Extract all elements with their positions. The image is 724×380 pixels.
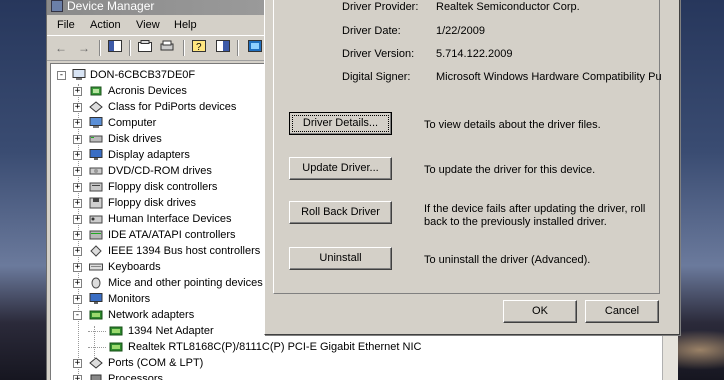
- menu-help[interactable]: Help: [174, 19, 197, 31]
- tree-item-label: Floppy disk controllers: [108, 181, 218, 193]
- expand-toggle[interactable]: +: [73, 231, 82, 240]
- tree-item-label: Disk drives: [108, 133, 162, 145]
- scan-hardware-icon[interactable]: [245, 39, 265, 57]
- tree-item-label: Ports (COM & LPT): [108, 357, 204, 369]
- driver-date-value: 1/22/2009: [436, 25, 485, 37]
- mouse-icon: [89, 277, 103, 289]
- chip-icon: [89, 85, 103, 97]
- roll-back-driver-description: If the device fails after updating the d…: [424, 203, 646, 228]
- driver-date-label: Driver Date:: [342, 25, 401, 37]
- expand-toggle[interactable]: +: [73, 87, 82, 96]
- expand-toggle[interactable]: +: [73, 103, 82, 112]
- tree-item-label: Computer: [108, 117, 157, 129]
- tree-item-label: 1394 Net Adapter: [128, 325, 214, 337]
- expand-toggle[interactable]: +: [73, 119, 82, 128]
- expand-toggle[interactable]: +: [73, 183, 82, 192]
- expand-toggle[interactable]: +: [73, 295, 82, 304]
- tree-item-label: DVD/CD-ROM drives: [108, 165, 212, 177]
- tree-item-label: IDE ATA/ATAPI controllers: [108, 229, 236, 241]
- menu-view[interactable]: View: [136, 19, 160, 31]
- tree-connector: [88, 347, 106, 348]
- driver-properties-dialog: Driver Provider: Realtek Semiconductor C…: [264, 0, 680, 335]
- expand-toggle[interactable]: +: [73, 151, 82, 160]
- help-icon[interactable]: ?: [189, 39, 209, 57]
- computer-icon: [72, 69, 86, 81]
- digital-signer-value: Microsoft Windows Hardware Compatibility…: [436, 71, 661, 83]
- expand-toggle[interactable]: +: [73, 247, 82, 256]
- tree-item-label: IEEE 1394 Bus host controllers: [108, 245, 261, 257]
- tree-item-label: Processors: [108, 373, 164, 380]
- disk-icon: [89, 133, 103, 145]
- expand-toggle[interactable]: +: [73, 359, 82, 368]
- uninstall-button[interactable]: Uninstall: [289, 247, 392, 270]
- tree-item-label: Monitors: [108, 293, 151, 305]
- driver-tab-panel: Driver Provider: Realtek Semiconductor C…: [273, 0, 661, 294]
- toolbar-separator: [237, 40, 239, 56]
- computer-icon: [89, 117, 103, 129]
- collapse-toggle[interactable]: -: [57, 71, 66, 80]
- update-driver-button[interactable]: Update Driver...: [289, 157, 392, 180]
- driver-version-label: Driver Version:: [342, 48, 415, 60]
- cancel-button[interactable]: Cancel: [585, 300, 659, 323]
- tree-item-label: Human Interface Devices: [108, 213, 232, 225]
- firewire-icon: [89, 245, 103, 257]
- properties-icon[interactable]: [135, 39, 155, 57]
- monitor-icon: [89, 149, 103, 161]
- digital-signer-label: Digital Signer:: [342, 71, 411, 83]
- menu-action[interactable]: Action: [90, 19, 121, 31]
- window-title: Device Manager: [67, 0, 155, 13]
- processor-icon: [89, 373, 103, 380]
- driver-version-value: 5.714.122.2009: [436, 48, 513, 60]
- root-label: DON-6CBCB37DE0F: [90, 69, 196, 81]
- floppy-icon: [89, 197, 103, 209]
- monitor-icon: [89, 293, 103, 305]
- driver-details-button[interactable]: Driver Details...: [289, 112, 392, 135]
- menu-file[interactable]: File: [57, 19, 75, 31]
- tree-item-label: Network adapters: [108, 309, 195, 321]
- cd-icon: [89, 165, 103, 177]
- network-icon: [109, 325, 123, 337]
- ide-icon: [89, 229, 103, 241]
- roll-back-driver-button[interactable]: Roll Back Driver: [289, 201, 392, 224]
- tree-item-label: Display adapters: [108, 149, 190, 161]
- tree-connector: [88, 331, 106, 332]
- device-manager-icon: [51, 0, 63, 12]
- console-tree-icon[interactable]: [105, 39, 125, 57]
- expand-toggle[interactable]: +: [73, 215, 82, 224]
- driver-provider-value: Realtek Semiconductor Corp.: [436, 1, 580, 13]
- expand-toggle[interactable]: +: [73, 199, 82, 208]
- tree-item-label: Acronis Devices: [108, 85, 187, 97]
- collapse-toggle[interactable]: -: [73, 311, 82, 320]
- tree-item-label: Mice and other pointing devices: [108, 277, 263, 289]
- back-arrow-icon[interactable]: ←: [51, 39, 71, 57]
- svg-text:?: ?: [196, 42, 202, 52]
- uninstall-description: To uninstall the driver (Advanced).: [424, 254, 591, 266]
- toolbar-separator: [129, 40, 131, 56]
- expand-toggle[interactable]: +: [73, 375, 82, 380]
- tree-item-label: Class for PdiPorts devices: [108, 101, 237, 113]
- expand-toggle[interactable]: +: [73, 135, 82, 144]
- port-icon: [89, 357, 103, 369]
- driver-details-description: To view details about the driver files.: [424, 119, 601, 131]
- forward-arrow-icon[interactable]: →: [74, 39, 94, 57]
- network-icon: [109, 341, 123, 353]
- network-icon: [89, 309, 103, 321]
- tree-item-label: Keyboards: [108, 261, 161, 273]
- driver-provider-label: Driver Provider:: [342, 1, 419, 13]
- tree-item-label: Realtek RTL8168C(P)/8111C(P) PCI-E Gigab…: [128, 341, 422, 353]
- toolbar-separator: [99, 40, 101, 56]
- expand-toggle[interactable]: +: [73, 167, 82, 176]
- tree-item-label: Floppy disk drives: [108, 197, 197, 209]
- show-hide-icon[interactable]: [213, 39, 233, 57]
- controller-icon: [89, 181, 103, 193]
- hid-icon: [89, 213, 103, 225]
- update-driver-description: To update the driver for this device.: [424, 164, 596, 176]
- toolbar-separator: [183, 40, 185, 56]
- ok-button[interactable]: OK: [503, 300, 577, 323]
- keyboard-icon: [89, 261, 103, 273]
- expand-toggle[interactable]: +: [73, 263, 82, 272]
- print-icon[interactable]: [157, 39, 177, 57]
- port-icon: [89, 101, 103, 113]
- expand-toggle[interactable]: +: [73, 279, 82, 288]
